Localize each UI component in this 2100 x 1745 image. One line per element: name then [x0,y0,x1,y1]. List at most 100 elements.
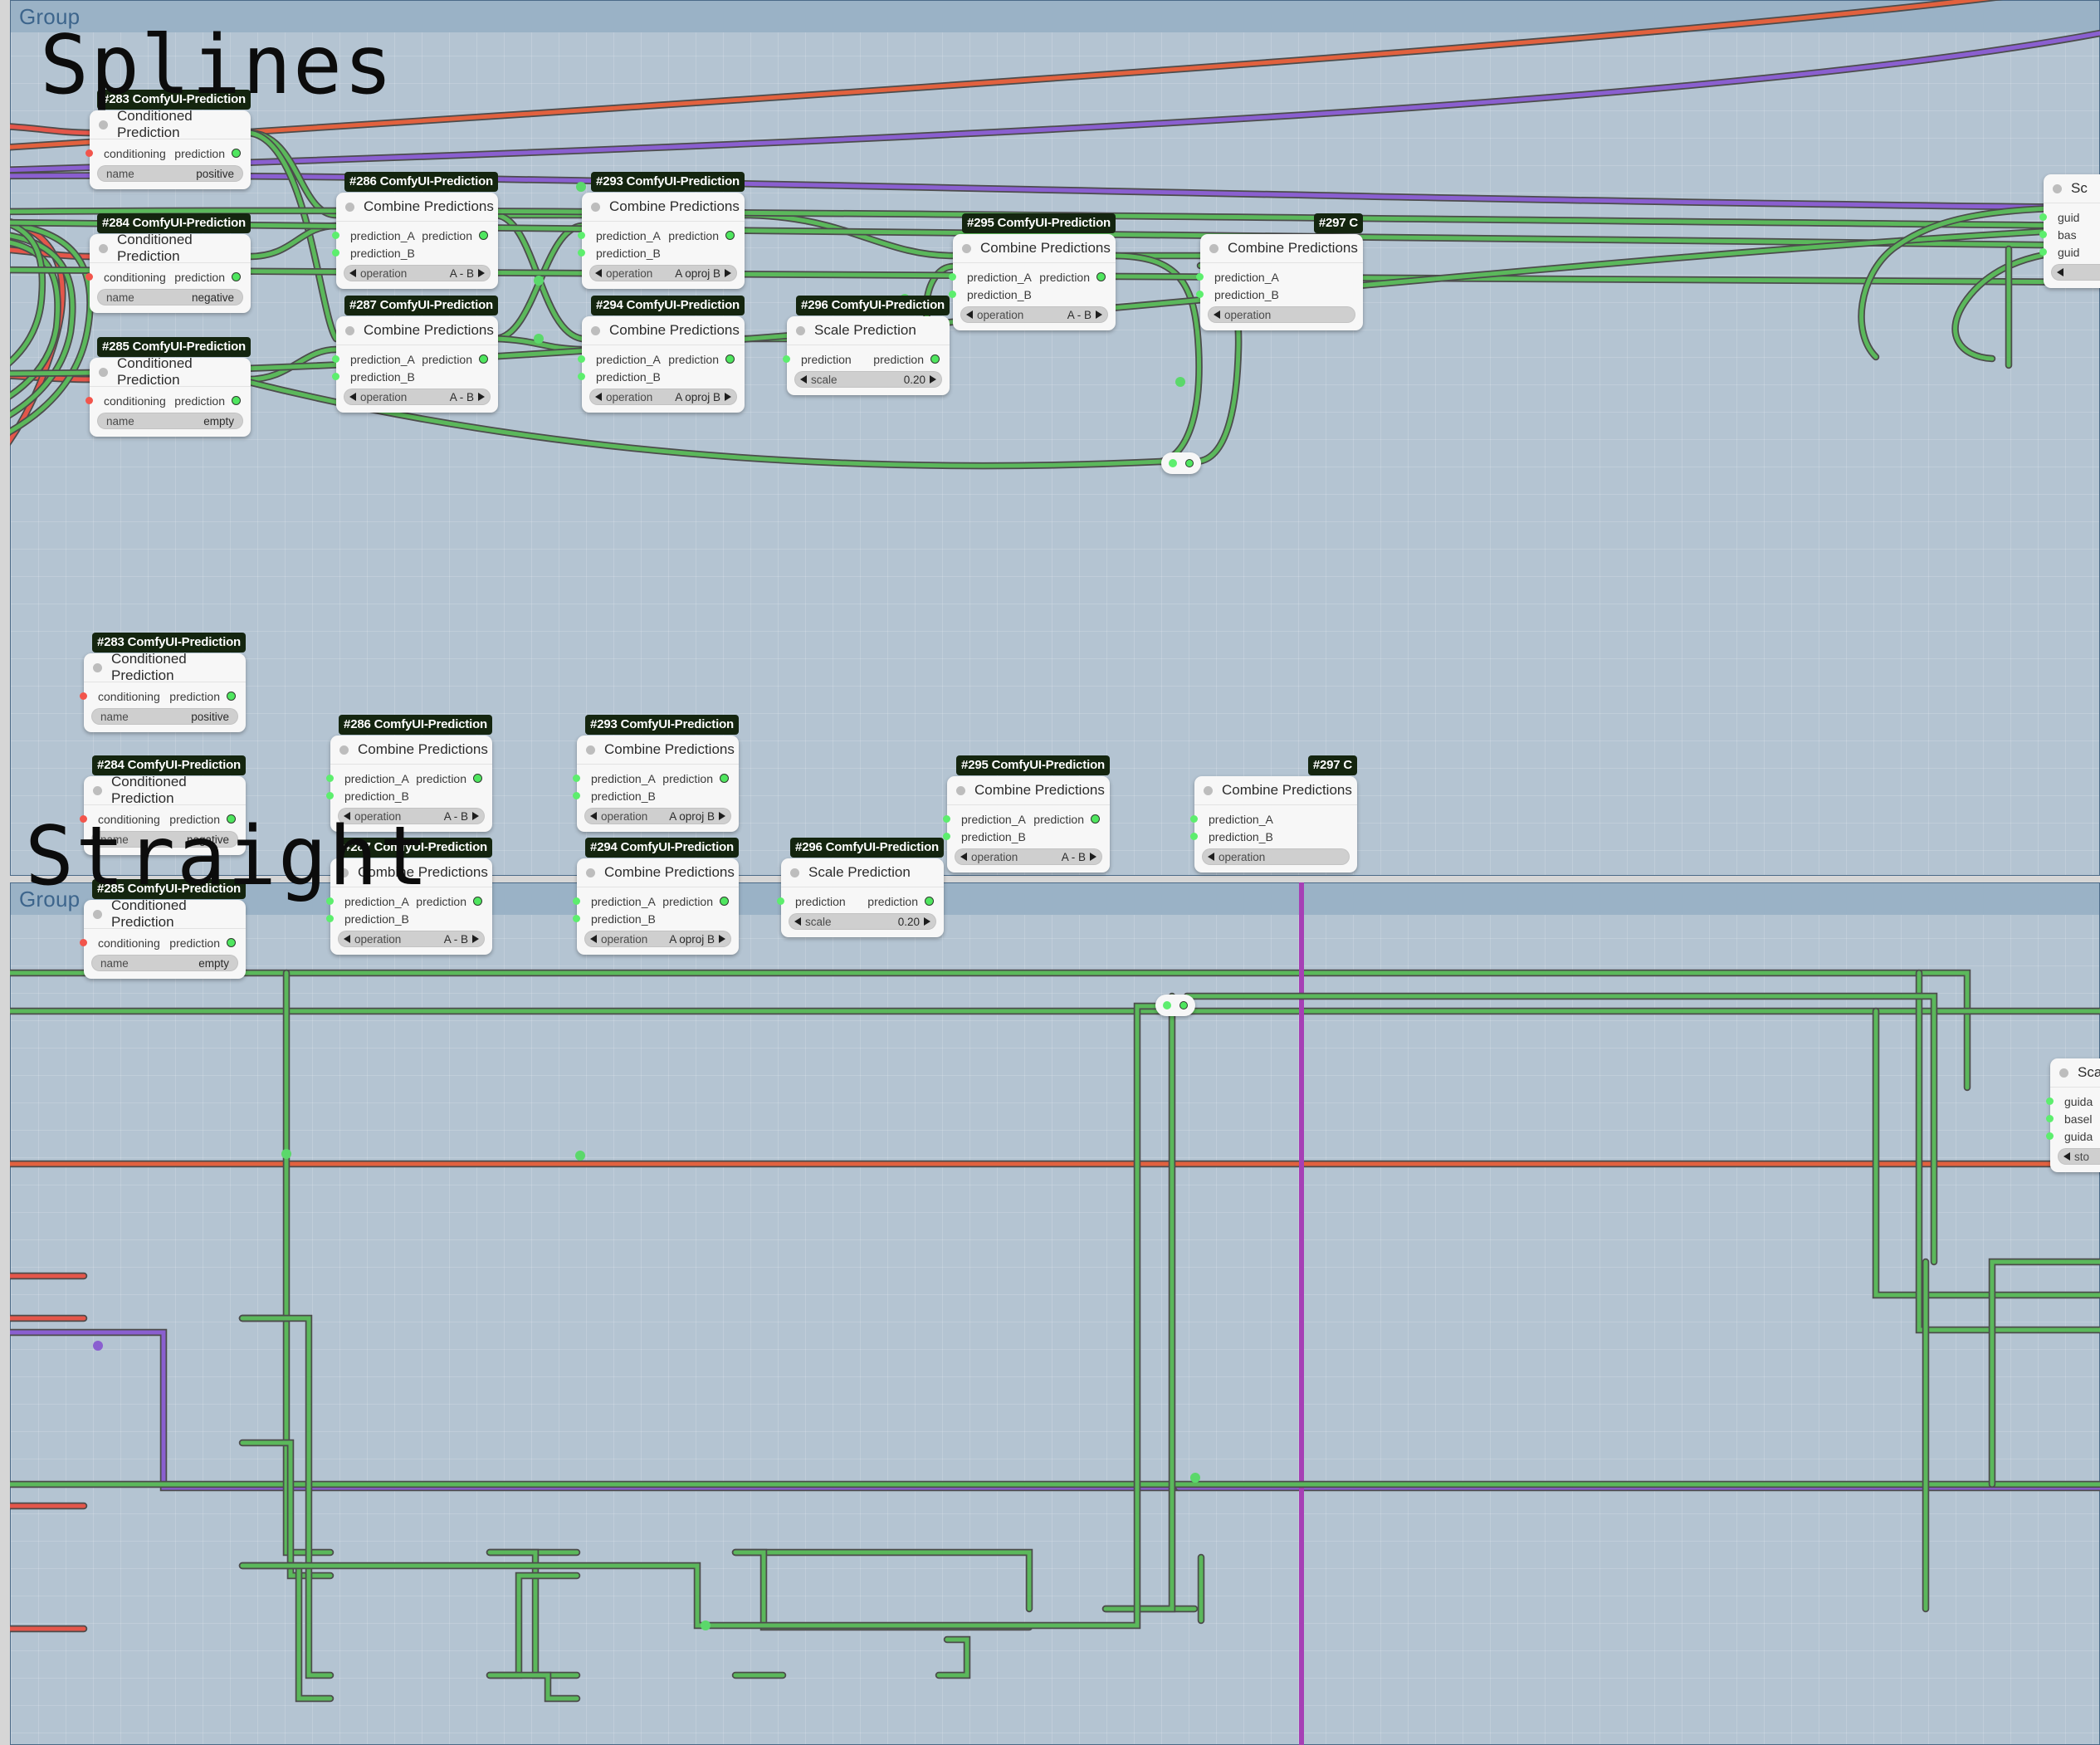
prediction-output-port[interactable] [720,774,729,783]
widget-operation[interactable]: operation A oproj B [589,265,737,281]
collapse-dot-icon[interactable] [93,662,102,672]
conditioning-input-port[interactable] [80,939,87,946]
chevron-right-icon[interactable] [725,393,731,401]
widget-operation[interactable]: operation A oproj B [584,808,731,824]
conditioning-input-port[interactable] [80,692,87,700]
prediction-output-port[interactable] [925,897,934,906]
prediction-a-input-port[interactable] [943,815,950,823]
chevron-left-icon[interactable] [595,269,602,277]
prediction-output-port[interactable] [1096,272,1106,281]
comfyui-canvas[interactable]: Group Splines Group Straight .lk{fill:no… [0,0,2100,1745]
conditioning-input-port[interactable] [85,397,93,404]
node-285-straight[interactable]: #285 ComfyUI-Prediction Conditioned Pred… [80,879,246,979]
prediction-input-port[interactable] [783,355,790,363]
chevron-left-icon[interactable] [1208,853,1214,861]
prediction-a-input-port[interactable] [1196,273,1204,281]
reroute-input-port[interactable] [1169,459,1177,467]
chevron-left-icon[interactable] [966,310,973,319]
node-293-straight[interactable]: #293 ComfyUI-Prediction Combine Predicti… [573,715,739,832]
reroute-output-port[interactable] [1179,1001,1188,1009]
prediction-output-port[interactable] [227,938,236,947]
chevron-right-icon[interactable] [725,269,731,277]
widget-scale[interactable]: scale 0.20 [794,371,942,388]
prediction-output-port[interactable] [232,396,241,405]
prediction-output-port[interactable] [725,354,735,364]
prediction-output-port[interactable] [473,897,482,906]
reroute-node-straight[interactable] [1155,995,1195,1016]
chevron-left-icon[interactable] [1214,310,1220,319]
prediction-b-input-port[interactable] [573,915,580,922]
widget-name[interactable]: name positive [91,708,238,725]
prediction-b-input-port[interactable] [943,833,950,840]
prediction-a-input-port[interactable] [578,355,585,363]
node-287-splines[interactable]: #287 ComfyUI-Prediction Combine Predicti… [332,296,498,413]
chevron-left-icon[interactable] [590,935,597,943]
widget-edge-stop[interactable]: sto [2058,1148,2100,1165]
chevron-right-icon[interactable] [1096,310,1102,319]
prediction-b-input-port[interactable] [332,373,339,380]
prediction-output-port[interactable] [232,149,241,158]
chevron-right-icon[interactable] [478,393,485,401]
collapse-dot-icon[interactable] [345,202,354,212]
chevron-right-icon[interactable] [719,812,725,820]
widget-operation[interactable]: operation A - B [344,389,491,405]
prediction-output-port[interactable] [479,354,488,364]
chevron-left-icon[interactable] [344,935,350,943]
conditioning-input-port[interactable] [85,149,93,157]
collapse-dot-icon[interactable] [962,243,971,253]
chevron-left-icon[interactable] [2057,268,2063,276]
chevron-right-icon[interactable] [478,269,485,277]
widget-name[interactable]: name positive [97,165,243,182]
prediction-b-input-port[interactable] [949,291,956,298]
collapse-dot-icon[interactable] [99,120,108,130]
chevron-left-icon[interactable] [794,917,801,926]
prediction-a-input-port[interactable] [332,355,339,363]
prediction-a-input-port[interactable] [573,775,580,782]
prediction-output-port[interactable] [930,354,940,364]
node-294-straight[interactable]: #294 ComfyUI-Prediction Combine Predicti… [573,838,739,955]
widget-scale[interactable]: scale 0.20 [789,913,936,930]
collapse-dot-icon[interactable] [99,243,108,253]
node-294-splines[interactable]: #294 ComfyUI-Prediction Combine Predicti… [578,296,745,413]
conditioning-input-port[interactable] [85,273,93,281]
node-293-splines[interactable]: #293 ComfyUI-Prediction Combine Predicti… [578,172,745,289]
prediction-output-port[interactable] [1091,814,1100,824]
prediction-a-input-port[interactable] [1190,815,1198,823]
prediction-input-port[interactable] [777,897,784,905]
collapse-dot-icon[interactable] [99,367,108,377]
chevron-left-icon[interactable] [595,393,602,401]
chevron-left-icon[interactable] [349,393,356,401]
prediction-b-input-port[interactable] [573,792,580,799]
chevron-left-icon[interactable] [349,269,356,277]
widget-operation[interactable]: operation [1208,306,1355,323]
prediction-b-input-port[interactable] [578,249,585,257]
widget-operation[interactable]: operation A - B [955,848,1102,865]
chevron-right-icon[interactable] [719,935,725,943]
collapse-dot-icon[interactable] [586,745,595,755]
chevron-right-icon[interactable] [1090,853,1096,861]
node-284-splines[interactable]: #284 ComfyUI-Prediction Conditioned Pred… [85,213,251,313]
group-straight[interactable]: Group [10,882,2100,1745]
node-285-splines[interactable]: #285 ComfyUI-Prediction Conditioned Pred… [85,337,251,437]
widget-operation[interactable]: operation A - B [344,265,491,281]
node-edge-straight[interactable]: Sca guida basel guida sto [2046,1058,2100,1172]
widget-name[interactable]: name empty [97,413,243,429]
widget-operation[interactable]: operation A oproj B [584,931,731,947]
baseline-input-port[interactable] [2046,1115,2054,1122]
node-296-straight[interactable]: #296 ComfyUI-Prediction Scale Prediction… [777,838,944,937]
prediction-output-port[interactable] [479,231,488,240]
prediction-a-input-port[interactable] [949,273,956,281]
guidance-input-port[interactable] [2046,1097,2054,1105]
prediction-a-input-port[interactable] [578,232,585,239]
chevron-right-icon[interactable] [924,917,930,926]
widget-name[interactable]: name empty [91,955,238,971]
prediction-b-input-port[interactable] [1196,291,1204,298]
collapse-dot-icon[interactable] [2053,183,2062,193]
node-296-splines[interactable]: #296 ComfyUI-Prediction Scale Prediction… [783,296,950,395]
group-splines[interactable]: Group [10,0,2100,876]
prediction-b-input-port[interactable] [332,249,339,257]
widget-edge[interactable] [2051,264,2100,281]
chevron-left-icon[interactable] [2063,1152,2070,1161]
node-297-splines[interactable]: #297 C Combine Predictions prediction_A … [1196,213,1363,330]
chevron-right-icon[interactable] [930,375,936,384]
